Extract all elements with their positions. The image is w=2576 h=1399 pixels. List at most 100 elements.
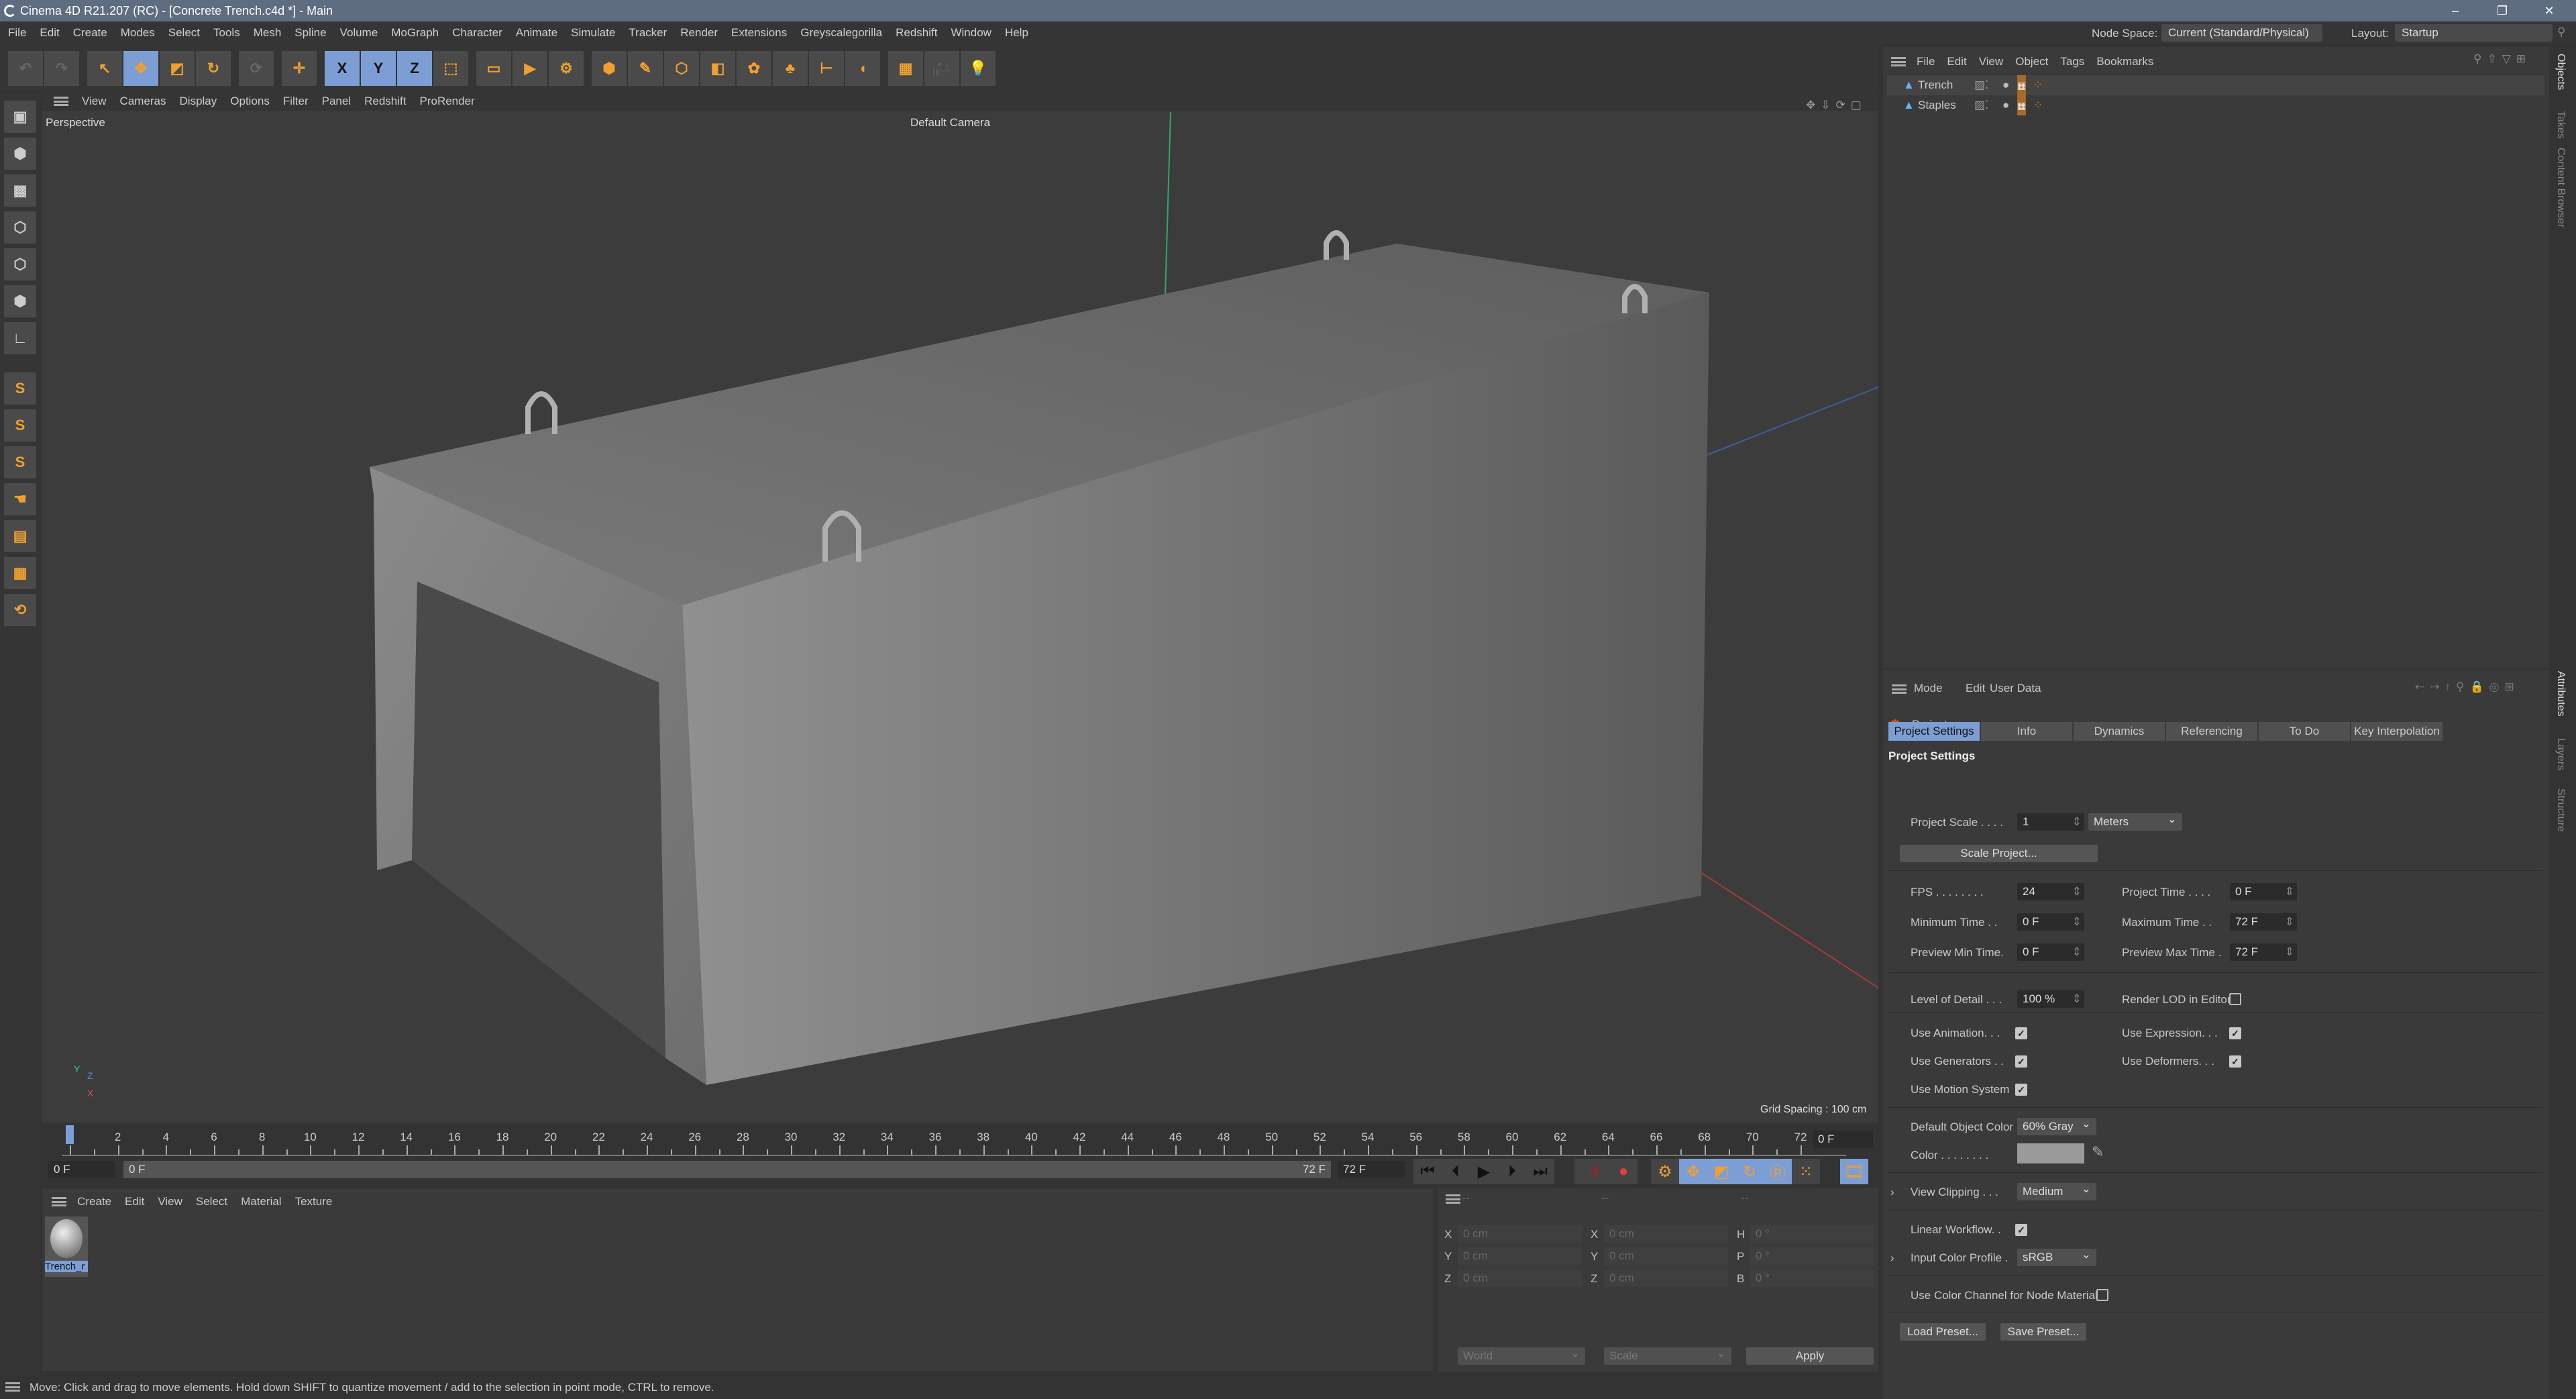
pen-icon[interactable]: ✎ (628, 51, 663, 86)
key-pla-icon[interactable]: ⁙ (1792, 1159, 1820, 1184)
preview-range-slider[interactable]: 0 F 72 F (123, 1161, 1331, 1178)
tab-referencing[interactable]: Referencing (2166, 722, 2257, 741)
key-position-icon[interactable]: ✥ (1679, 1159, 1707, 1184)
recent-tools-icon[interactable]: ⟳ (239, 51, 274, 86)
stepper-icon[interactable]: ⇕ (2285, 883, 2294, 900)
side-tab-content-browser[interactable]: Content Browser (2555, 148, 2567, 227)
x-axis-icon[interactable]: X (325, 51, 360, 86)
subdivision-icon[interactable]: ⬡ (664, 51, 699, 86)
rotate-icon[interactable]: ↻ (196, 51, 231, 86)
snap-icon[interactable]: S (4, 372, 36, 405)
coord-field[interactable]: 0 cm (1604, 1247, 1728, 1265)
material-item[interactable]: Trench_r (45, 1216, 88, 1277)
menu-file[interactable]: File (8, 26, 26, 40)
tweak-icon[interactable]: ☚ (4, 483, 36, 515)
coord-field[interactable]: 0 cm (1604, 1270, 1728, 1287)
minimize-button[interactable]: – (2435, 0, 2475, 21)
current-frame-field[interactable]: 0 F (1813, 1131, 1873, 1148)
menu-render[interactable]: Render (680, 26, 718, 40)
stepper-icon[interactable]: ⇕ (2285, 913, 2294, 931)
side-tab-objects[interactable]: Objects (2555, 54, 2567, 90)
playhead[interactable] (66, 1125, 74, 1144)
close-button[interactable]: ✕ (2529, 0, 2569, 21)
coord-field[interactable]: 0 cm (1458, 1247, 1582, 1265)
render-icon[interactable]: ▶ (513, 51, 547, 86)
material-menu-select[interactable]: Select (196, 1195, 227, 1208)
material-tag-icon[interactable]: ● (2002, 75, 2009, 95)
side-tab-takes[interactable]: Takes (2555, 111, 2567, 139)
key-parameter-icon[interactable]: Ⓟ (1764, 1159, 1792, 1184)
coord-field[interactable]: 0 ° (1750, 1247, 1874, 1265)
time-field[interactable]: 72 F ⇕ (2230, 913, 2297, 931)
stepper-icon[interactable]: ⇕ (2072, 943, 2082, 961)
time-field[interactable]: 0 F ⇕ (2017, 943, 2084, 961)
deformer-icon[interactable]: ⊢ (809, 51, 844, 86)
menu-create[interactable]: Create (73, 26, 107, 40)
menu-select[interactable]: Select (168, 26, 200, 40)
input-color-profile-dropdown[interactable]: sRGB (2017, 1246, 2096, 1266)
coord-field[interactable]: 0 cm (1604, 1225, 1728, 1243)
save-preset-button[interactable]: Save Preset... (2000, 1323, 2086, 1341)
cube-icon[interactable]: ⬢ (592, 51, 627, 86)
attr-menu-edit[interactable]: Edit (1966, 682, 1985, 695)
node-space-dropdown[interactable]: Current (Standard/Physical) (2161, 24, 2322, 42)
stepper-icon[interactable]: ⇕ (2072, 913, 2082, 931)
z-axis-icon[interactable]: Z (397, 51, 432, 86)
option-checkbox[interactable]: ✓ (2229, 1055, 2241, 1068)
menu-edit[interactable]: Edit (40, 26, 59, 40)
extrude-icon[interactable]: ◧ (700, 51, 735, 86)
autokey-icon[interactable]: ✺ (1581, 1159, 1609, 1184)
object-manager-tools-icons[interactable]: ⚲⇧▽⊞ (2473, 52, 2531, 66)
object-menu-object[interactable]: Object (2015, 55, 2048, 68)
polygons-mode-icon[interactable]: ⬢ (4, 285, 36, 317)
search-icon[interactable]: ⚲ (2557, 25, 2565, 39)
linear-workflow-checkbox[interactable]: ✓ (2015, 1224, 2027, 1236)
menu-tracker[interactable]: Tracker (629, 26, 667, 40)
undo-icon[interactable]: ↶ (8, 51, 43, 86)
render-settings-icon[interactable]: ⚙ (549, 51, 584, 86)
time-field[interactable]: 24 ⇕ (2017, 883, 2084, 900)
menu-modes[interactable]: Modes (121, 26, 155, 40)
uvw-tag-icon[interactable]: ⁘ (2033, 75, 2043, 95)
side-tab-attributes[interactable]: Attributes (2555, 671, 2567, 717)
menu-greyscalegorilla[interactable]: Greyscalegorilla (800, 26, 882, 40)
menu-volume[interactable]: Volume (340, 26, 378, 40)
project-scale-unit-dropdown[interactable]: Meters (2088, 811, 2182, 831)
texture-mode-icon[interactable]: ▩ (4, 174, 36, 207)
scale-icon[interactable]: ◩ (160, 51, 195, 86)
maximize-button[interactable]: ❐ (2482, 0, 2522, 21)
material-menu-texture[interactable]: Texture (295, 1195, 333, 1208)
coord-field[interactable]: 0 cm (1458, 1270, 1582, 1287)
menu-extensions[interactable]: Extensions (731, 26, 787, 40)
render-view-icon[interactable]: ▭ (476, 51, 511, 86)
object-menu-bookmarks[interactable]: Bookmarks (2096, 55, 2153, 68)
apply-button[interactable]: Apply (1746, 1347, 1874, 1365)
load-preset-button[interactable]: Load Preset... (1900, 1323, 1986, 1341)
play-icon[interactable]: ▶ (1470, 1159, 1498, 1184)
uvw-tag-icon[interactable]: ⁘ (2033, 95, 2043, 115)
viewport[interactable]: View Cameras Display Options Filter Panel Reds… (42, 92, 1878, 1123)
next-frame-icon[interactable]: ⏵ (1498, 1159, 1526, 1184)
render-lod-checkbox[interactable] (2229, 993, 2241, 1005)
coord-field[interactable]: 0 ° (1750, 1225, 1874, 1243)
attr-menu-mode[interactable]: Mode (1914, 682, 1943, 695)
material-tag-icon[interactable]: ● (2002, 95, 2009, 115)
coord-field[interactable]: 0 cm (1458, 1225, 1582, 1243)
redo-icon[interactable]: ↷ (44, 51, 79, 86)
time-field[interactable]: 0 F ⇕ (2230, 883, 2297, 900)
color-channel-checkbox[interactable] (2096, 1289, 2108, 1301)
move-icon[interactable]: ✥ (123, 51, 158, 86)
visibility-toggle-icon[interactable]: ▨⁚ (1974, 75, 1988, 95)
move-tool-icon[interactable]: ✛ (282, 51, 317, 86)
record-icon[interactable]: ● (1609, 1159, 1638, 1184)
live-selection-icon[interactable]: ↖ (87, 51, 122, 86)
workplane-snap-icon[interactable]: S (4, 446, 36, 478)
menu-animate[interactable]: Animate (516, 26, 557, 40)
object-row[interactable]: ▲ Trench ▨⁚ ● ▦ ⁘ (1887, 75, 2544, 95)
stepper-icon[interactable]: ⇕ (2072, 990, 2082, 1008)
object-row[interactable]: ▲ Staples ▨⁚ ● ▦ ⁘ (1887, 95, 2544, 115)
points-mode-icon[interactable]: ⬡ (4, 211, 36, 244)
expand-arrow-icon[interactable]: › (1890, 1251, 1894, 1265)
material-menu-create[interactable]: Create (77, 1195, 111, 1208)
lock-workplane-icon[interactable]: ⟲ (4, 594, 36, 626)
